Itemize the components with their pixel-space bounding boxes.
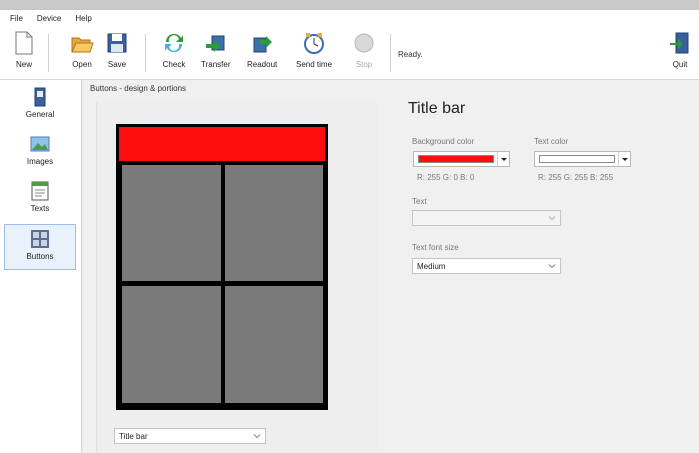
nav-item-images[interactable]: Images	[4, 130, 76, 176]
open-folder-icon	[71, 37, 94, 53]
properties-title: Title bar	[408, 100, 466, 117]
background-color-swatch	[418, 155, 494, 163]
general-icon	[34, 87, 46, 107]
background-color-picker[interactable]	[413, 151, 510, 167]
text-select[interactable]	[412, 210, 561, 226]
nav-item-texts[interactable]: Texts	[4, 177, 76, 223]
status-text: Ready.	[398, 50, 423, 59]
texts-icon	[31, 181, 49, 201]
clock-icon	[304, 33, 325, 54]
element-select[interactable]: Title bar	[114, 428, 266, 444]
preview-title-bar[interactable]	[119, 127, 325, 161]
menu-bar: File Device Help	[0, 10, 699, 26]
menu-help[interactable]: Help	[75, 14, 91, 23]
stop-icon	[354, 33, 374, 53]
chevron-down-icon	[497, 152, 509, 166]
text-label: Text	[412, 197, 427, 206]
background-rgb-text: R: 255 G: 0 B: 0	[417, 173, 475, 182]
save-disk-icon	[107, 33, 127, 53]
check-refresh-icon	[165, 33, 183, 53]
left-navigation: General Images Texts Buttons	[0, 80, 82, 453]
section-title: Buttons - design & portions	[90, 84, 187, 93]
preview-button-2[interactable]	[225, 165, 323, 281]
button-layout-preview	[116, 124, 328, 410]
buttons-grid-icon	[31, 230, 49, 248]
menu-device[interactable]: Device	[37, 14, 61, 23]
chevron-down-icon	[253, 434, 261, 439]
chevron-down-icon	[618, 152, 630, 166]
quit-button[interactable]: Quit	[668, 30, 692, 69]
chevron-down-icon	[548, 264, 556, 269]
text-font-size-select[interactable]: Medium	[412, 258, 561, 274]
images-icon	[30, 136, 50, 152]
transfer-icon	[205, 35, 225, 52]
toolbar-separator	[390, 34, 391, 72]
nav-item-buttons[interactable]: Buttons	[4, 224, 76, 270]
nav-item-general[interactable]: General	[4, 83, 76, 129]
chevron-down-icon	[548, 216, 556, 221]
window-top-strip	[0, 0, 699, 10]
save-button[interactable]: Save	[105, 30, 129, 69]
preview-button-3[interactable]	[122, 286, 221, 403]
new-document-icon	[15, 31, 33, 55]
send-time-button[interactable]: Send time	[296, 30, 332, 69]
preview-button-1[interactable]	[122, 165, 221, 281]
quit-door-icon	[670, 32, 689, 54]
background-color-label: Background color	[412, 137, 475, 146]
readout-icon	[253, 36, 273, 53]
check-button[interactable]: Check	[162, 30, 186, 69]
preview-button-4[interactable]	[225, 286, 323, 403]
toolbar-separator	[145, 34, 146, 72]
transfer-button[interactable]: Transfer	[201, 30, 231, 69]
toolbar: New Open Save Check Transfer Readout Sen…	[0, 26, 699, 80]
text-color-picker[interactable]	[534, 151, 631, 167]
stop-button[interactable]: Stop	[352, 30, 376, 69]
text-color-label: Text color	[534, 137, 569, 146]
toolbar-separator	[48, 34, 49, 72]
new-button[interactable]: New	[12, 30, 36, 69]
readout-button[interactable]: Readout	[247, 30, 277, 69]
properties-panel	[400, 96, 699, 453]
text-rgb-text: R: 255 G: 255 B: 255	[538, 173, 614, 182]
menu-file[interactable]: File	[10, 14, 23, 23]
open-button[interactable]: Open	[70, 30, 94, 69]
text-font-size-label: Text font size	[412, 243, 459, 252]
text-color-swatch	[539, 155, 615, 163]
